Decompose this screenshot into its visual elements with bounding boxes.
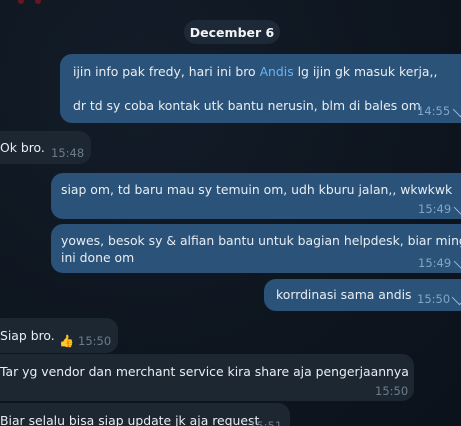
message-text: Tar yg vendor dan merchant service kira … [0, 364, 409, 379]
decoration-dot [18, 0, 24, 4]
message-text: Siap bro. [0, 328, 55, 343]
message-time: 15:50 [417, 292, 451, 306]
message-text: siap om, td baru mau sy temuin om, udh k… [61, 182, 453, 197]
message-text: Ok bro. [0, 140, 45, 155]
message-bubble-incoming[interactable]: Ok bro. 15:48 [0, 131, 91, 164]
message-text: dr td sy coba kontak utk bantu nerusin, … [73, 98, 421, 113]
message-time: 15:49 [418, 256, 452, 270]
message-time: 15:51 [249, 419, 283, 426]
top-decoration [0, 0, 461, 8]
message-bubble-outgoing[interactable]: siap om, td baru mau sy temuin om, udh k… [51, 173, 461, 219]
message-bubble-outgoing[interactable]: ijin info pak fredy, hari ini bro Andis … [60, 54, 461, 123]
message-time: 15:49 [418, 202, 452, 216]
message-time: 14:55 [417, 104, 451, 118]
message-time: 15:50 [78, 334, 112, 348]
read-check-icon [452, 101, 461, 118]
message-time: 15:50 [375, 384, 409, 398]
message-time: 15:48 [51, 146, 85, 160]
message-bubble-outgoing[interactable]: korrdinasi sama andis 15:50 [264, 279, 461, 311]
read-check-icon [451, 289, 461, 306]
mention-link[interactable]: Andis [260, 64, 294, 79]
message-text: Biar selalu bisa siap update jk aja requ… [0, 413, 260, 426]
message-bubble-incoming[interactable]: Biar selalu bisa siap update jk aja requ… [0, 403, 290, 426]
message-text: korrdinasi sama andis [276, 287, 412, 302]
message-bubble-outgoing[interactable]: yowes, besok sy & alfian bantu untuk bag… [51, 224, 461, 273]
message-bubble-incoming[interactable]: Tar yg vendor dan merchant service kira … [0, 354, 414, 401]
thumbs-up-icon[interactable]: 👍 [59, 334, 74, 348]
message-bubble-incoming[interactable]: Siap bro. 👍 15:50 [0, 318, 118, 353]
message-text: yowes, besok sy & alfian bantu untuk bag… [61, 233, 461, 248]
decoration-dot [35, 0, 41, 4]
read-check-icon [453, 199, 461, 216]
message-text: ijin info pak fredy, hari ini bro Andis … [73, 64, 438, 79]
read-check-icon [453, 253, 461, 270]
date-separator: December 6 [184, 20, 280, 44]
chat-area: December 6 ijin info pak fredy, hari ini… [0, 0, 461, 426]
message-text: ini done om [61, 250, 135, 265]
